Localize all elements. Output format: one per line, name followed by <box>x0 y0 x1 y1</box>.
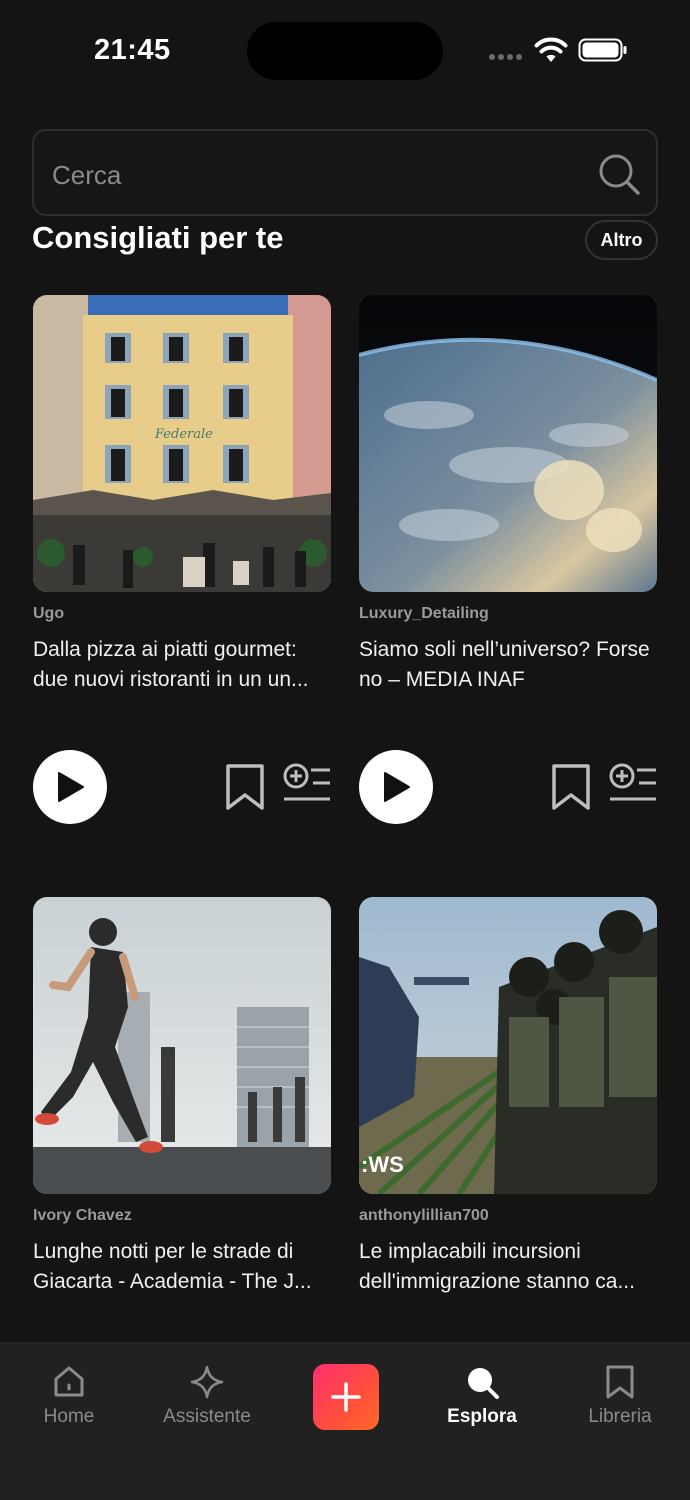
more-button[interactable]: Altro <box>585 220 658 260</box>
story-author: Ugo <box>33 605 65 622</box>
play-button[interactable] <box>33 750 107 824</box>
add-to-queue-icon[interactable] <box>283 763 331 807</box>
section-title: Consigliati per te <box>32 220 284 255</box>
home-icon <box>54 1366 84 1397</box>
wifi-icon <box>534 37 568 62</box>
tab-explore[interactable]: Esplora <box>422 1364 542 1428</box>
bookmark-icon <box>606 1365 634 1399</box>
story-thumbnail[interactable] <box>359 295 657 592</box>
play-icon <box>384 772 410 802</box>
story-title[interactable]: Siamo soli nell’universo? Forse no – MED… <box>359 635 659 695</box>
story-title[interactable]: Le implacabili incursioni dell'immigrazi… <box>359 1237 659 1297</box>
story-author: Luxury_Detailing <box>359 605 489 622</box>
tab-assistant[interactable]: Assistente <box>147 1364 267 1428</box>
search-bar[interactable] <box>32 129 658 216</box>
bookmark-icon[interactable] <box>223 763 267 811</box>
svg-text:Federale: Federale <box>154 427 213 442</box>
sparkle-icon <box>190 1365 224 1399</box>
search-icon <box>468 1368 499 1399</box>
story-thumbnail[interactable]: Federale <box>33 295 331 592</box>
play-button[interactable] <box>359 750 433 824</box>
story-thumbnail[interactable]: :WS <box>359 897 657 1194</box>
tab-label: Assistente <box>163 1406 251 1427</box>
tab-label: Esplora <box>447 1406 517 1427</box>
tab-bar: Home Assistente Esplora Libreria <box>0 1342 690 1500</box>
create-button[interactable] <box>313 1364 379 1430</box>
dynamic-island <box>247 22 443 80</box>
story-thumbnail[interactable] <box>33 897 331 1194</box>
story-author: anthonylillian700 <box>359 1207 489 1224</box>
plus-icon <box>331 1382 361 1412</box>
battery-icon <box>578 38 627 62</box>
add-to-queue-icon[interactable] <box>609 763 657 807</box>
thumbnail-overlay-text: :WS <box>361 1152 404 1177</box>
search-icon[interactable] <box>596 151 642 197</box>
story-title[interactable]: Lunghe notti per le strade di Giacarta -… <box>33 1237 333 1297</box>
search-input[interactable] <box>52 155 572 195</box>
status-time: 21:45 <box>94 34 171 66</box>
story-title[interactable]: Dalla pizza ai piatti gourmet: due nuovi… <box>33 635 333 695</box>
play-icon <box>58 772 84 802</box>
tab-label: Home <box>43 1406 95 1427</box>
story-author: Ivory Chavez <box>33 1207 132 1224</box>
status-bar: 21:45 <box>0 0 690 100</box>
cellular-signal-icon <box>489 54 525 62</box>
tab-library[interactable]: Libreria <box>560 1364 680 1428</box>
tab-label: Libreria <box>588 1406 652 1427</box>
bookmark-icon[interactable] <box>549 763 593 811</box>
tab-home[interactable]: Home <box>9 1364 129 1428</box>
